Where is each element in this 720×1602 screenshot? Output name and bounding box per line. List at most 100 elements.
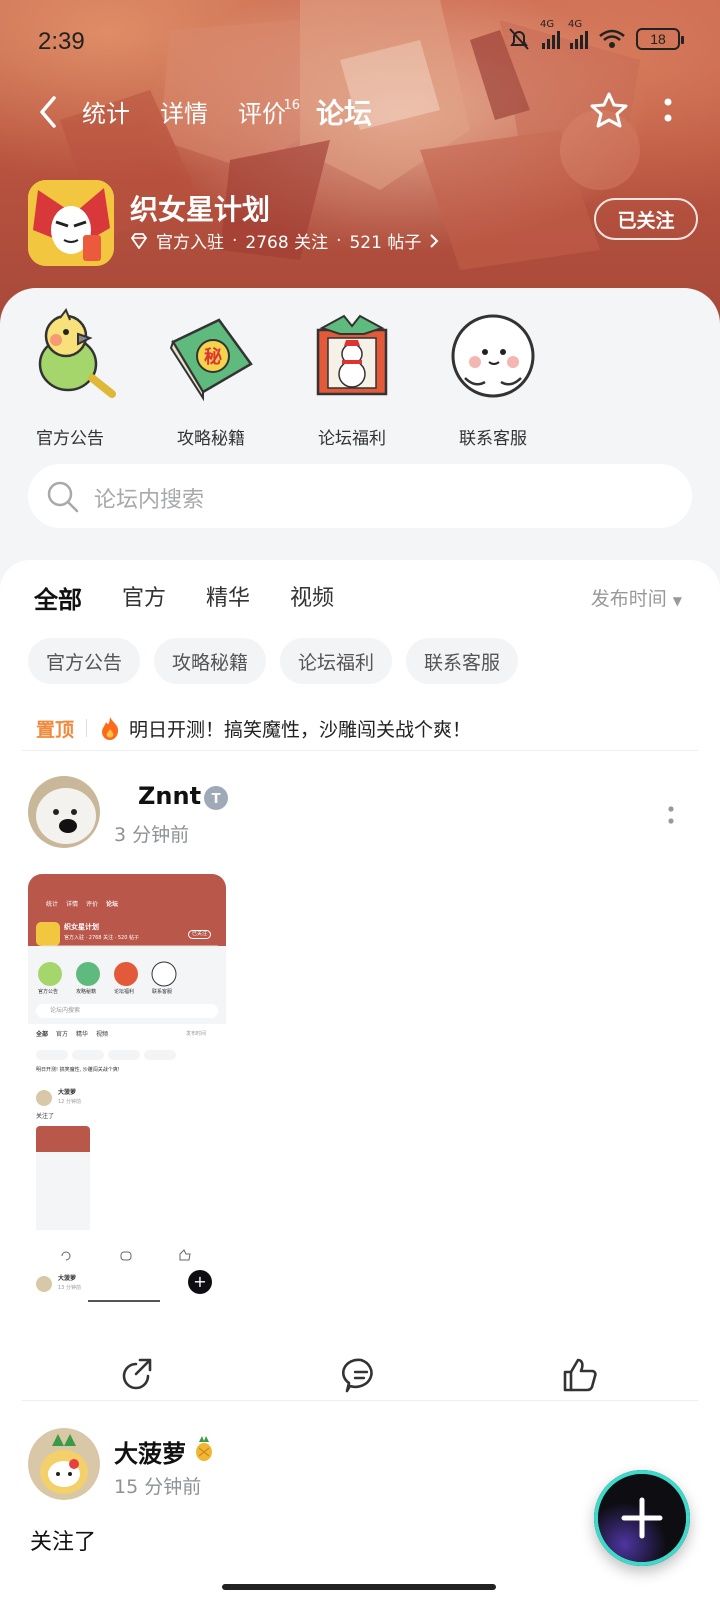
network-label: 4G bbox=[540, 19, 555, 30]
tab-details[interactable]: 详情 bbox=[160, 94, 208, 134]
tab-label: 详情 bbox=[160, 100, 208, 128]
create-post-button[interactable] bbox=[594, 1470, 690, 1566]
search-input[interactable]: 论坛内搜索 bbox=[28, 464, 692, 528]
thumbnail-time: 12 分钟前 bbox=[58, 1099, 81, 1105]
sort-label: 发布时间 bbox=[590, 588, 667, 610]
quick-entries: 官方公告 秘 攻略秘籍 论坛福利 联系客服 bbox=[0, 307, 720, 449]
diamond-icon bbox=[130, 232, 148, 249]
status-bar: 2:39 4G 4G 18 bbox=[0, 19, 720, 62]
thumbnail-content: 统计 详情 评价 论坛 织女星计划 官方入驻 · 2768 关注 · 520 帖… bbox=[28, 874, 226, 1310]
username[interactable]: 大菠萝 bbox=[114, 1434, 186, 1469]
thumbnail-username: 大菠萝 bbox=[58, 1089, 77, 1096]
more-vertical-icon[interactable] bbox=[666, 804, 676, 828]
thumbnail-search: 论坛内搜索 bbox=[50, 1007, 81, 1014]
pinned-post[interactable]: 置顶 明日开测！搞笑魔性，沙雕闯关战个爽！ bbox=[36, 710, 686, 746]
thumbnail-time: 13 分钟前 bbox=[58, 1285, 81, 1291]
avatar[interactable] bbox=[28, 1428, 100, 1500]
quick-guides[interactable]: 秘 攻略秘籍 bbox=[141, 308, 281, 449]
pineapple-kitty-avatar-icon bbox=[28, 1428, 100, 1500]
thumbnail-tab: 评价 bbox=[86, 901, 99, 908]
post-time: 3 分钟前 bbox=[114, 824, 190, 846]
battery-icon: 18 bbox=[636, 28, 684, 50]
filter-tab-all[interactable]: 全部 bbox=[34, 580, 82, 615]
filter-tab-official[interactable]: 官方 bbox=[122, 580, 166, 615]
search-placeholder: 论坛内搜索 bbox=[94, 488, 205, 513]
comment-icon[interactable] bbox=[342, 1356, 380, 1394]
quick-label: 攻略秘籍 bbox=[177, 429, 245, 449]
filter-tab-video[interactable]: 视频 bbox=[290, 580, 334, 615]
avatar[interactable] bbox=[28, 776, 100, 848]
signal-icon-2: 4G bbox=[568, 19, 588, 49]
post-image[interactable]: + 统计 详情 评价 论坛 织女星计划 官方入驻 · 2768 关注 · 520… bbox=[28, 874, 226, 1310]
thumbnail-quick-label: 官方公告 bbox=[38, 989, 59, 995]
quick-benefits[interactable]: 论坛福利 bbox=[282, 308, 422, 449]
thumbnail-meta: 官方入驻 · 2768 关注 · 520 帖子 bbox=[64, 935, 139, 941]
gift-snowman-icon bbox=[316, 314, 388, 396]
thumbnail-pinned: 明日开测! 搞笑魔性, 沙雕闯关战个爽! bbox=[36, 1067, 120, 1073]
plus-icon bbox=[621, 1497, 663, 1539]
status-time: 2:39 bbox=[38, 28, 85, 55]
share-icon[interactable] bbox=[118, 1356, 156, 1394]
pinned-title: 明日开测！搞笑魔性，沙雕闯关战个爽！ bbox=[129, 718, 472, 741]
svg-text:秘: 秘 bbox=[204, 346, 222, 368]
chip-support[interactable]: 联系客服 bbox=[406, 638, 519, 684]
chip-guides[interactable]: 攻略秘籍 bbox=[154, 638, 267, 684]
post-time: 15 分钟前 bbox=[114, 1476, 202, 1498]
network-label-2: 4G bbox=[568, 19, 583, 30]
chevron-right-icon bbox=[430, 233, 439, 248]
thumbnail-tab: 统计 bbox=[46, 901, 59, 908]
thumbnail-filter-tab: 官方 bbox=[56, 1031, 69, 1038]
quick-label: 官方公告 bbox=[36, 429, 104, 449]
tab-forum[interactable]: 论坛 bbox=[313, 94, 375, 134]
username[interactable]: Znnt bbox=[138, 782, 201, 810]
thumbnail-tab: 论坛 bbox=[106, 901, 119, 908]
star-icon[interactable] bbox=[588, 90, 630, 132]
thumbnail-sort: 发布时间 bbox=[186, 1031, 207, 1037]
filter-tabs: 全部 官方 精华 视频 bbox=[34, 580, 374, 615]
follower-count: 2768 关注 bbox=[245, 233, 329, 253]
thumbnail-quick-label: 攻略秘籍 bbox=[76, 989, 97, 995]
thumbnail-quick-label: 论坛福利 bbox=[114, 989, 135, 995]
caret-down-icon: ▼ bbox=[672, 594, 682, 608]
wifi-icon bbox=[599, 29, 625, 48]
tab-stats[interactable]: 统计 bbox=[82, 94, 130, 134]
thumbnail-tab: 详情 bbox=[66, 901, 79, 908]
post-count: 521 帖子 bbox=[349, 233, 422, 253]
sort-dropdown[interactable]: 发布时间 ▼ bbox=[591, 584, 682, 611]
divider bbox=[86, 719, 88, 737]
tab-label: 评价 bbox=[238, 100, 286, 128]
follow-button[interactable]: 已关注 bbox=[594, 198, 698, 240]
tab-reviews[interactable]: 评价 16 bbox=[238, 94, 300, 134]
tab-label: 统计 bbox=[82, 100, 130, 128]
chip-benefits[interactable]: 论坛福利 bbox=[280, 638, 393, 684]
top-tabs: 统计 详情 评价 16 论坛 bbox=[82, 94, 402, 134]
back-arrow-icon[interactable] bbox=[30, 92, 66, 132]
support-face-icon bbox=[451, 314, 535, 398]
quick-label: 联系客服 bbox=[459, 429, 527, 449]
thumbnail-post-text: 关注了 bbox=[36, 1113, 55, 1120]
quick-support[interactable]: 联系客服 bbox=[423, 308, 563, 449]
quick-official-notice[interactable]: 官方公告 bbox=[0, 307, 140, 449]
thumbnail-app-name: 织女星计划 bbox=[64, 923, 99, 931]
more-vertical-icon[interactable] bbox=[660, 96, 676, 128]
chip-official-notice[interactable]: 官方公告 bbox=[28, 638, 141, 684]
app-name: 织女星计划 bbox=[130, 193, 271, 226]
divider bbox=[22, 1400, 698, 1401]
filter-tab-featured[interactable]: 精华 bbox=[206, 580, 250, 615]
app-icon[interactable] bbox=[28, 180, 114, 266]
review-count-badge: 16 bbox=[283, 98, 300, 113]
level-badge-icon: T bbox=[204, 786, 228, 810]
tab-label: 论坛 bbox=[316, 97, 373, 130]
thumbnail-filter-tab: 视频 bbox=[96, 1031, 109, 1038]
mute-bell-icon bbox=[509, 28, 529, 50]
signal-icon: 4G bbox=[540, 19, 560, 49]
home-indicator[interactable] bbox=[222, 1584, 496, 1590]
top-nav: 统计 详情 评价 16 论坛 bbox=[0, 88, 720, 138]
post-list-panel: 全部 官方 精华 视频 发布时间 ▼ 官方公告 攻略秘籍 论坛福利 联系客服 置… bbox=[0, 560, 720, 1602]
thumbnail-filter-tab: 全部 bbox=[36, 1031, 49, 1038]
post-text: 关注了 bbox=[30, 1530, 97, 1555]
app-meta[interactable]: 官方入驻 · 2768 关注 · 521 帖子 bbox=[130, 228, 439, 253]
dog-avatar-icon bbox=[28, 776, 100, 848]
app-info: 织女星计划 官方入驻 · 2768 关注 · 521 帖子 已关注 bbox=[28, 180, 698, 266]
like-icon[interactable] bbox=[560, 1356, 598, 1394]
